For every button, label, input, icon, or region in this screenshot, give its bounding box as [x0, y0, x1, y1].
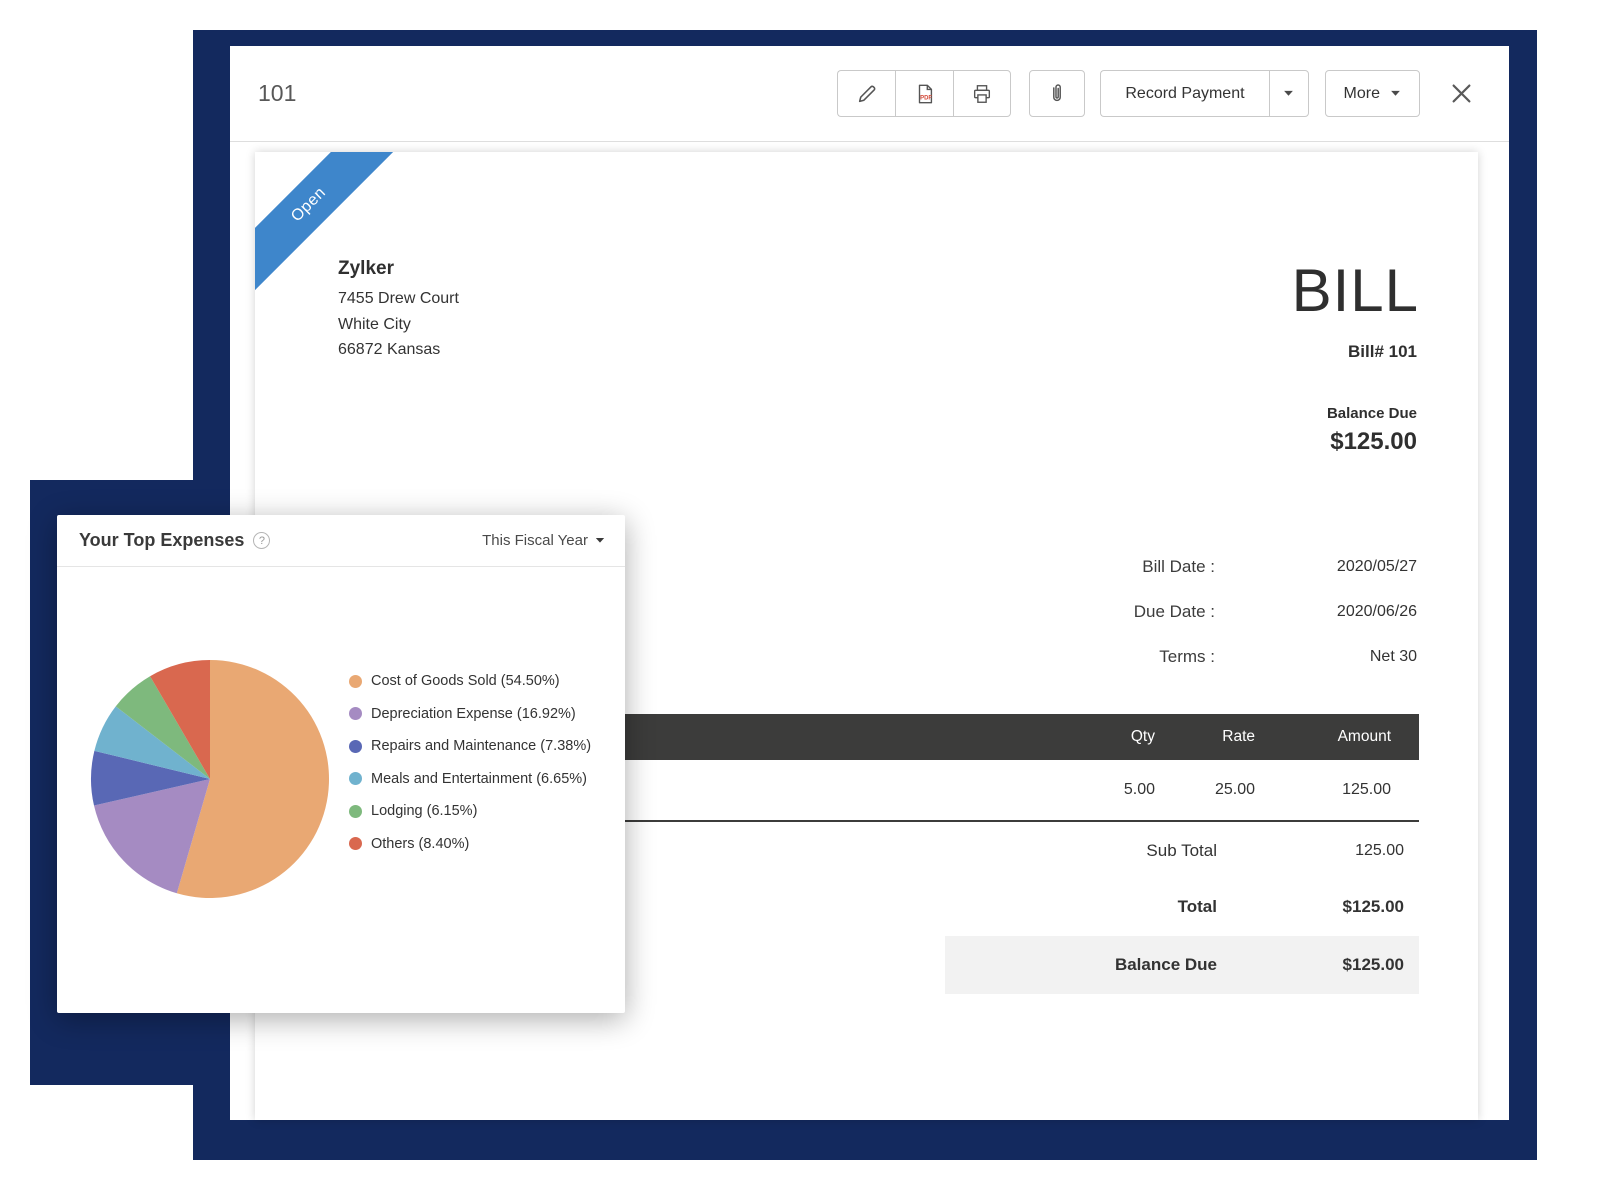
period-selector[interactable]: This Fiscal Year: [482, 532, 605, 549]
record-payment-split-button: Record Payment: [1100, 70, 1308, 117]
legend-color-dot: [349, 772, 362, 785]
legend-item: Meals and Entertainment (6.65%): [349, 763, 591, 796]
legend-item: Repairs and Maintenance (7.38%): [349, 730, 591, 763]
balance-due-label: Balance Due: [1327, 405, 1417, 422]
period-selector-label: This Fiscal Year: [482, 532, 588, 549]
legend-label: Others (8.40%): [371, 836, 469, 852]
column-header-amount: Amount: [1255, 728, 1391, 746]
legend-item: Others (8.40%): [349, 828, 591, 861]
close-icon: [1448, 80, 1475, 107]
bill-date-value: 2020/05/27: [1215, 558, 1417, 576]
vendor-address-line: 7455 Drew Court: [338, 286, 459, 312]
top-expenses-card: Your Top Expenses ? This Fiscal Year Cos…: [57, 515, 625, 1013]
legend-color-dot: [349, 805, 362, 818]
due-date-row: Due Date : 2020/06/26: [897, 589, 1417, 634]
legend-color-dot: [349, 837, 362, 850]
pencil-icon: [856, 83, 878, 105]
help-icon[interactable]: ?: [253, 532, 270, 549]
legend-label: Lodging (6.15%): [371, 803, 477, 819]
export-pdf-button[interactable]: PDF: [895, 70, 953, 117]
pdf-file-icon: PDF: [914, 83, 936, 105]
chevron-down-icon: [1390, 90, 1401, 97]
printer-icon: [971, 83, 993, 105]
vendor-address-block: Zylker 7455 Drew Court White City 66872 …: [338, 258, 459, 363]
balance-due-amount: $125.00: [1330, 428, 1417, 456]
legend-item: Lodging (6.15%): [349, 795, 591, 828]
print-button[interactable]: [953, 70, 1011, 117]
more-button-label: More: [1344, 85, 1380, 103]
total-value: $125.00: [1217, 897, 1419, 917]
bill-number: Bill# 101: [1348, 342, 1417, 362]
balance-due-row-label: Balance Due: [945, 955, 1217, 975]
legend-label: Meals and Entertainment (6.65%): [371, 771, 587, 787]
expenses-card-title: Your Top Expenses: [79, 530, 244, 551]
legend-label: Repairs and Maintenance (7.38%): [371, 738, 591, 754]
legend-color-dot: [349, 740, 362, 753]
terms-value: Net 30: [1215, 648, 1417, 666]
svg-text:PDF: PDF: [920, 95, 932, 101]
paperclip-icon: [1046, 83, 1068, 105]
attachment-button[interactable]: [1029, 70, 1085, 117]
screenshot-canvas: 101 PDF Record Payme: [0, 0, 1600, 1200]
expenses-legend: Cost of Goods Sold (54.50%) Depreciation …: [349, 665, 591, 860]
due-date-label: Due Date :: [897, 602, 1215, 622]
vendor-address-line: 66872 Kansas: [338, 337, 459, 363]
chevron-down-icon: [595, 537, 605, 544]
subtotal-row: Sub Total 125.00: [945, 824, 1419, 878]
item-rate: 25.00: [1155, 781, 1255, 799]
item-amount: 125.00: [1255, 781, 1391, 799]
expenses-card-header: Your Top Expenses ? This Fiscal Year: [57, 515, 625, 567]
terms-label: Terms :: [897, 647, 1215, 667]
legend-item: Depreciation Expense (16.92%): [349, 698, 591, 731]
item-qty: 5.00: [1033, 781, 1155, 799]
column-header-qty: Qty: [1033, 728, 1155, 746]
document-actions-group: PDF: [837, 70, 1011, 117]
bill-date-row: Bill Date : 2020/05/27: [897, 544, 1417, 589]
total-label: Total: [945, 897, 1217, 917]
total-row: Total $125.00: [945, 878, 1419, 936]
expenses-pie-chart: [80, 649, 340, 909]
bill-date-label: Bill Date :: [897, 557, 1215, 577]
subtotal-value: 125.00: [1217, 842, 1419, 860]
legend-color-dot: [349, 707, 362, 720]
document-type-heading: BILL: [1292, 260, 1419, 322]
legend-label: Cost of Goods Sold (54.50%): [371, 673, 560, 689]
subtotal-label: Sub Total: [945, 841, 1217, 861]
record-payment-button[interactable]: Record Payment: [1100, 70, 1268, 117]
bill-meta: Bill Date : 2020/05/27 Due Date : 2020/0…: [897, 544, 1417, 679]
terms-row: Terms : Net 30: [897, 634, 1417, 679]
legend-label: Depreciation Expense (16.92%): [371, 706, 576, 722]
chevron-down-icon: [1283, 90, 1294, 97]
legend-color-dot: [349, 675, 362, 688]
more-button[interactable]: More: [1325, 70, 1420, 117]
balance-due-row-value: $125.00: [1217, 955, 1419, 975]
close-button[interactable]: [1444, 76, 1479, 111]
page-title: 101: [258, 80, 296, 107]
due-date-value: 2020/06/26: [1215, 603, 1417, 621]
vendor-address-line: White City: [338, 312, 459, 338]
vendor-name: Zylker: [338, 258, 459, 280]
legend-item: Cost of Goods Sold (54.50%): [349, 665, 591, 698]
edit-button[interactable]: [837, 70, 895, 117]
toolbar: 101 PDF Record Payme: [230, 46, 1509, 142]
balance-due-row: Balance Due $125.00: [945, 936, 1419, 994]
toolbar-actions: PDF Record Payment More: [837, 70, 1479, 117]
record-payment-dropdown-button[interactable]: [1269, 70, 1309, 117]
totals-section: Sub Total 125.00 Total $125.00 Balance D…: [945, 824, 1419, 994]
column-header-rate: Rate: [1155, 728, 1255, 746]
